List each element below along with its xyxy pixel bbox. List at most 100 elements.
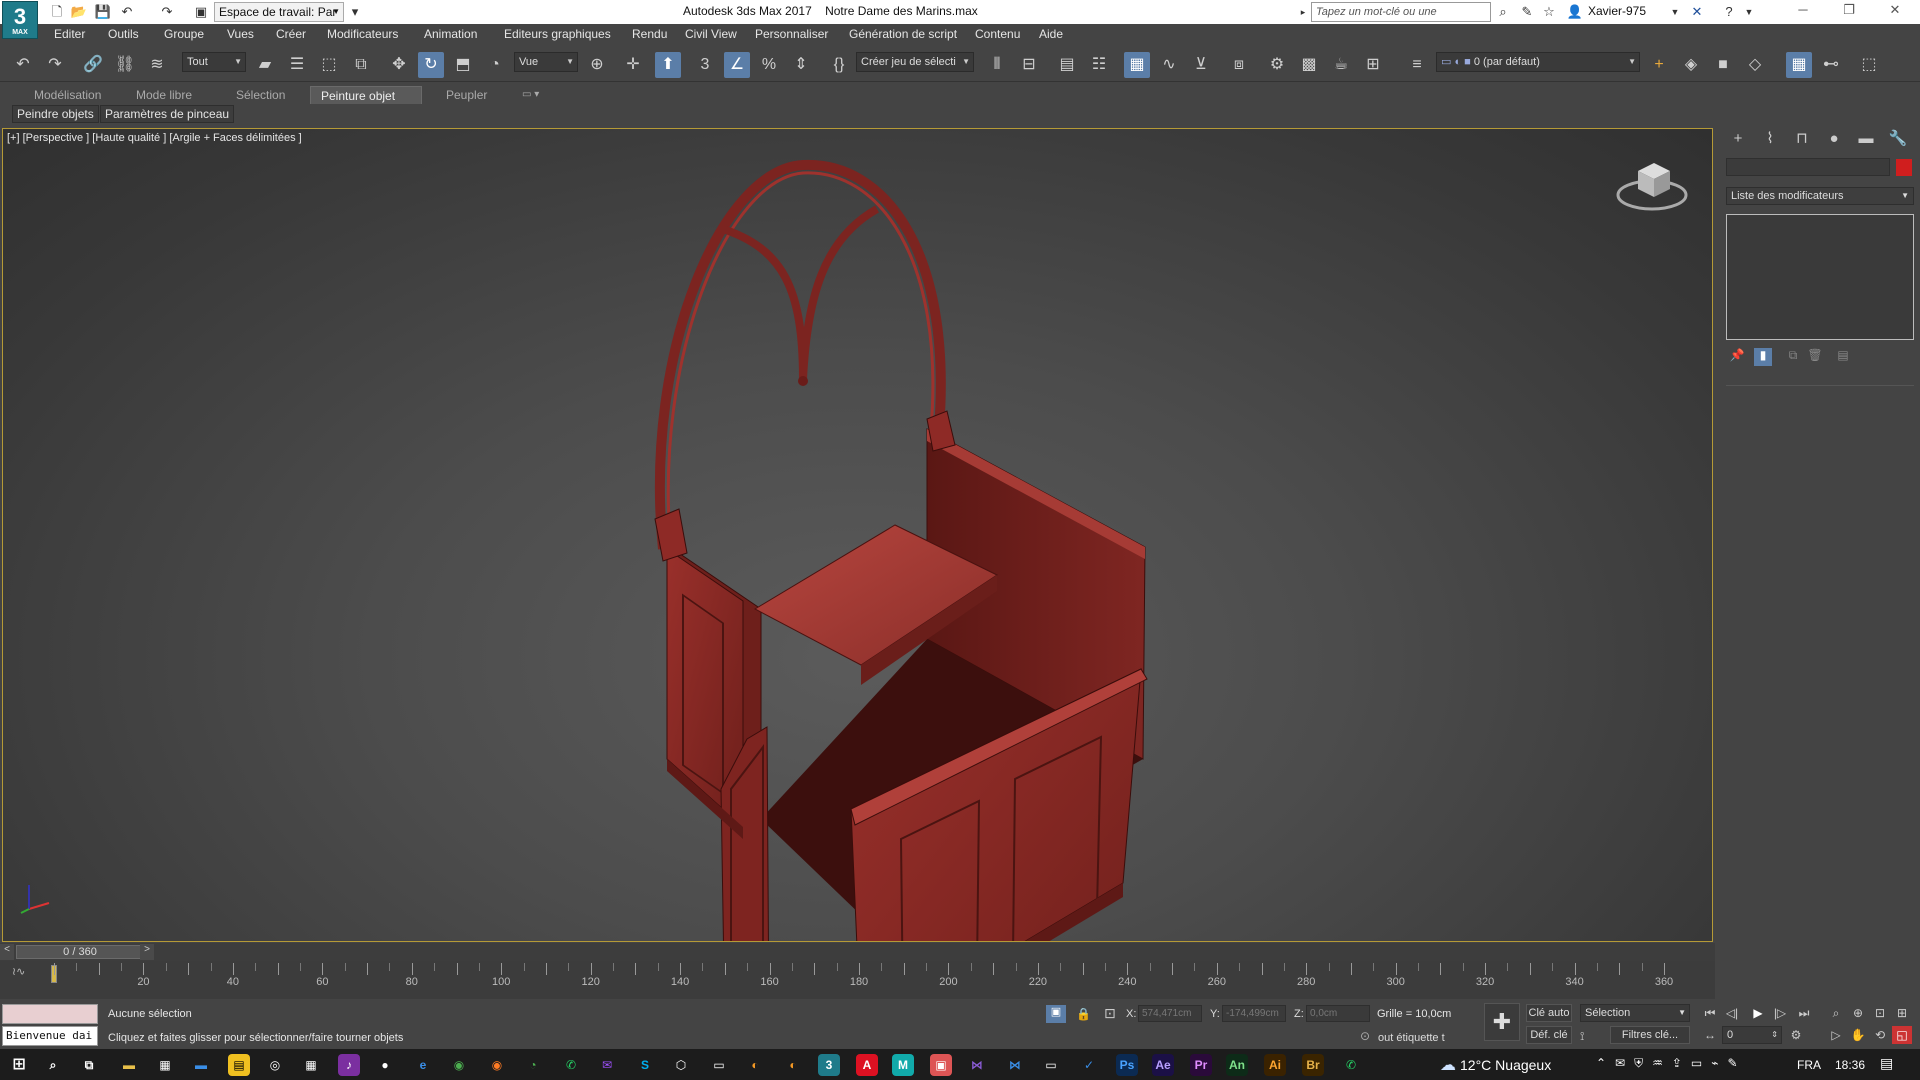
paint-objects-button[interactable]: Peindre objets xyxy=(12,105,99,123)
blender-2-icon[interactable]: ◐ xyxy=(782,1054,804,1076)
pivot-center-icon[interactable]: ⊕ xyxy=(584,52,610,78)
maxscript-mini-listener[interactable]: Bienvenue dai xyxy=(2,1026,98,1046)
blender-icon[interactable]: ◐ xyxy=(744,1054,766,1076)
modifier-list-dropdown[interactable]: Liste des modificateurs ▼ xyxy=(1726,187,1914,205)
tab-populate[interactable]: Peupler xyxy=(436,86,497,105)
key-mode-dropdown[interactable]: Sélection ▼ xyxy=(1580,1004,1690,1022)
menu-civil-view[interactable]: Civil View xyxy=(685,27,737,41)
media-app-icon[interactable]: ◎ xyxy=(264,1054,286,1076)
menu-scripting[interactable]: Génération de script xyxy=(849,27,957,41)
3dsmax-taskbar-icon[interactable]: 3 xyxy=(818,1054,840,1076)
undo-icon[interactable]: ↶ xyxy=(10,52,36,78)
tab-selection[interactable]: Sélection xyxy=(226,86,295,105)
cloud-weather-icon[interactable]: ☁ xyxy=(1440,1055,1456,1075)
photoshop-icon[interactable]: Ps xyxy=(1116,1054,1138,1076)
object-color-swatch[interactable] xyxy=(1896,159,1912,176)
ruler-icon[interactable]: ⊷ xyxy=(1818,52,1844,78)
remote-desktop-icon[interactable]: ▭ xyxy=(1040,1054,1062,1076)
go-to-start-icon[interactable]: ⏮ xyxy=(1700,1004,1720,1022)
search-expand-icon[interactable]: ▸ xyxy=(1294,3,1312,21)
3d-app-icon[interactable]: ⬡ xyxy=(670,1054,692,1076)
user-icon[interactable]: 👤 xyxy=(1566,3,1584,21)
align-icon[interactable]: ⊟ xyxy=(1016,52,1042,78)
add-time-tag[interactable]: out étiquette t xyxy=(1378,1032,1445,1044)
vscode-icon[interactable]: ⋈ xyxy=(1004,1054,1026,1076)
absolute-mode-icon[interactable]: ⊡ xyxy=(1104,1005,1116,1022)
clock[interactable]: 18:36 xyxy=(1835,1058,1865,1072)
skype-icon[interactable]: S xyxy=(634,1054,656,1076)
app-orange-icon[interactable]: ▣ xyxy=(930,1054,952,1076)
play-icon[interactable]: ▶ xyxy=(1748,1004,1768,1022)
maya-icon[interactable]: M xyxy=(892,1054,914,1076)
select-manipulate-icon[interactable]: ✛ xyxy=(620,52,646,78)
whatsapp-icon[interactable]: ✆ xyxy=(560,1054,582,1076)
menu-tools[interactable]: Outils xyxy=(108,27,139,41)
maxscript-listener-output[interactable] xyxy=(2,1004,98,1024)
app-logo[interactable]: 3 MAX xyxy=(2,1,38,39)
tab-freeform[interactable]: Mode libre xyxy=(126,86,202,105)
remove-modifier-icon[interactable]: 🗑 xyxy=(1806,348,1824,366)
object-name-field[interactable] xyxy=(1726,158,1890,176)
layer-explorer-icon[interactable]: ☷ xyxy=(1086,52,1112,78)
utilities-tab-icon[interactable]: 🔧 xyxy=(1886,128,1910,150)
place-icon[interactable]: ◔ xyxy=(482,52,508,78)
after-effects-icon[interactable]: Ae xyxy=(1152,1054,1174,1076)
language-indicator[interactable]: FRA xyxy=(1797,1058,1821,1072)
window-crossing-icon[interactable]: ⧉ xyxy=(348,52,374,78)
zoom-all-icon[interactable]: ⊕ xyxy=(1848,1004,1868,1022)
app-icon-dark[interactable]: ● xyxy=(374,1054,396,1076)
user-dropdown-icon[interactable]: ▼ xyxy=(1666,3,1684,21)
help-dropdown-icon[interactable]: ▼ xyxy=(1740,3,1758,21)
time-configuration-icon[interactable]: ⚙ xyxy=(1786,1026,1806,1044)
create-layer-icon[interactable]: + xyxy=(1646,52,1672,78)
add-selection-to-layer-icon[interactable]: ■ xyxy=(1710,52,1736,78)
task-view-icon[interactable]: ⧉ xyxy=(78,1054,100,1076)
key-mode-icon[interactable]: ⟟ xyxy=(1580,1029,1584,1044)
percent-snap-icon[interactable]: % xyxy=(756,52,782,78)
pin-stack-icon[interactable]: 📌 xyxy=(1728,348,1746,366)
time-tag-icon[interactable]: ⊙ xyxy=(1360,1029,1370,1043)
create-tab-icon[interactable]: + xyxy=(1726,128,1750,150)
current-frame-field[interactable]: 0 ⇕ xyxy=(1722,1026,1782,1044)
modify-tab-icon[interactable]: ⌇ xyxy=(1758,128,1782,150)
curve-editor-icon[interactable]: ∿ xyxy=(1156,52,1182,78)
layer-stack-icon[interactable]: ◈ xyxy=(1678,52,1704,78)
minimize-icon[interactable]: ─ xyxy=(1788,2,1818,22)
workspace-dropdown[interactable]: Espace de travail: Par ▼ xyxy=(214,2,344,22)
help-icon[interactable]: ? xyxy=(1720,3,1738,21)
exchange-apps-icon[interactable]: ✕ xyxy=(1688,3,1706,21)
new-file-icon[interactable]: 🗋 xyxy=(48,3,66,21)
visual-studio-icon[interactable]: ⋈ xyxy=(966,1054,988,1076)
rendered-frame-window-icon[interactable]: ▩ xyxy=(1296,52,1322,78)
display-tab-icon[interactable]: ▬ xyxy=(1854,128,1878,150)
weather-status[interactable]: 12°C Nuageux xyxy=(1460,1057,1551,1073)
frame-indicator[interactable]: 0 / 360 xyxy=(16,945,144,959)
render-production-icon[interactable]: ☕ xyxy=(1328,52,1354,78)
pan-view-icon[interactable]: ✋ xyxy=(1848,1026,1868,1044)
menu-customize[interactable]: Personnaliser xyxy=(755,27,828,41)
brush-settings-button[interactable]: Paramètres de pinceau xyxy=(100,105,235,123)
zoom-icon[interactable]: ⌕ xyxy=(1826,1004,1846,1022)
prev-frame-icon[interactable]: < xyxy=(0,944,14,960)
motion-tab-icon[interactable]: ● xyxy=(1822,128,1846,150)
mini-curve-editor-icon[interactable]: ≀∿ xyxy=(12,965,25,978)
mail-icon[interactable]: ▬ xyxy=(190,1054,212,1076)
maximize-viewport-icon[interactable]: ◱ xyxy=(1892,1026,1912,1044)
app-icon-white[interactable]: ▭ xyxy=(708,1054,730,1076)
previous-frame-icon[interactable]: ◁| xyxy=(1722,1004,1742,1022)
viewcube[interactable] xyxy=(1610,149,1694,219)
set-key-button[interactable]: Déf. clé xyxy=(1526,1026,1572,1044)
firefox-browser-icon[interactable]: ◉ xyxy=(486,1054,508,1076)
autocad-icon[interactable]: A xyxy=(856,1054,878,1076)
binoculars-icon[interactable]: ⌕ xyxy=(1494,3,1512,21)
workspace-menu-icon[interactable]: ▾ xyxy=(346,3,364,21)
communication-center-icon[interactable]: ✎ xyxy=(1518,3,1536,21)
redo-icon[interactable]: ↷ xyxy=(42,52,68,78)
bridge-icon[interactable]: Br xyxy=(1302,1054,1324,1076)
restore-icon[interactable]: ❐ xyxy=(1834,2,1864,22)
field-of-view-icon[interactable]: ▷ xyxy=(1826,1026,1846,1044)
music-app-icon[interactable]: ♪ xyxy=(338,1054,360,1076)
menu-create[interactable]: Créer xyxy=(276,27,306,41)
menu-views[interactable]: Vues xyxy=(227,27,254,41)
menu-graph-editors[interactable]: Editeurs graphiques xyxy=(504,27,611,41)
